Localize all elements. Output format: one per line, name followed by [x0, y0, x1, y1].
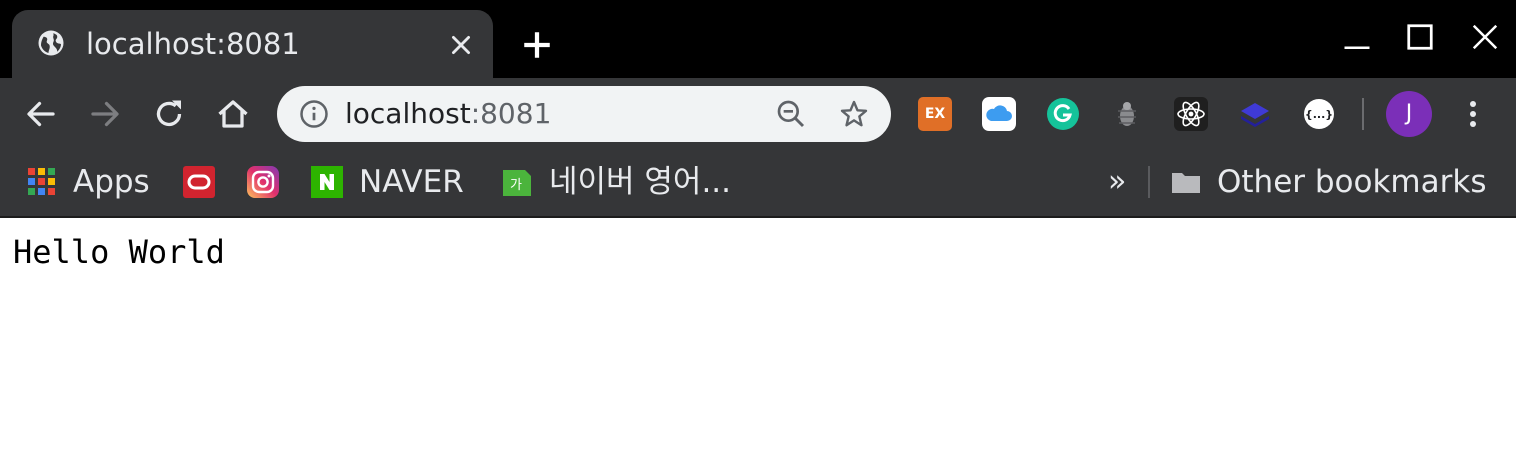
- grammarly-extension-icon[interactable]: [1046, 97, 1080, 131]
- globe-icon: [38, 30, 64, 56]
- bookmark-apps[interactable]: Apps: [26, 162, 156, 202]
- forward-arrow-icon[interactable]: [87, 96, 123, 132]
- address-bar[interactable]: localhost:8081: [277, 86, 891, 142]
- json-viewer-icon[interactable]: {...}: [1302, 97, 1336, 131]
- more-bookmarks-button[interactable]: »: [1108, 162, 1126, 202]
- bookmark-apps-label: Apps: [73, 164, 150, 200]
- layers-extension-icon[interactable]: [1238, 97, 1272, 131]
- bookmarks-separator: [1148, 166, 1150, 198]
- new-tab-button[interactable]: [520, 28, 554, 62]
- toolbar: localhost:8081 EX {...} J: [0, 78, 1516, 150]
- bookmarks-bar: Apps NAVER 가 네이버 영어... » Other bookmarks: [0, 150, 1516, 218]
- info-icon[interactable]: [299, 99, 329, 129]
- close-icon[interactable]: [448, 32, 474, 58]
- window-close-icon[interactable]: [1470, 22, 1500, 52]
- bookmark-naver[interactable]: NAVER: [311, 162, 471, 202]
- page-body-text: Hello World: [13, 233, 225, 271]
- bookmark-naver-label: NAVER: [359, 164, 464, 200]
- reload-icon[interactable]: [151, 96, 187, 132]
- url-port: :8081: [470, 97, 552, 130]
- icloud-extension-icon[interactable]: [982, 97, 1016, 131]
- folder-icon: [1172, 173, 1200, 193]
- instagram-bookmark-icon[interactable]: [247, 166, 279, 198]
- tab-title: localhost:8081: [86, 27, 300, 61]
- back-arrow-icon[interactable]: [23, 96, 59, 132]
- maximize-icon[interactable]: [1405, 22, 1435, 52]
- url-text[interactable]: localhost:8081: [345, 95, 551, 133]
- react-devtools-icon[interactable]: [1174, 97, 1208, 131]
- bookmark-other-label: Other bookmarks: [1217, 164, 1487, 200]
- apps-grid-icon: [28, 168, 55, 195]
- svg-text:{...}: {...}: [1305, 108, 1333, 121]
- profile-avatar[interactable]: J: [1386, 91, 1432, 137]
- tab-active[interactable]: localhost:8081: [12, 10, 493, 78]
- toolbar-separator: [1362, 98, 1364, 130]
- svg-text:가: 가: [510, 178, 522, 193]
- bookmark-other-folder[interactable]: Other bookmarks: [1170, 162, 1500, 202]
- bookmark-naver-dict-label: 네이버 영어...: [549, 164, 732, 200]
- url-host: localhost: [345, 97, 471, 130]
- bookmark-naver-dict[interactable]: 가 네이버 영어...: [501, 162, 761, 202]
- page-content: Hello World: [0, 218, 1516, 452]
- bug-extension-icon[interactable]: [1110, 97, 1144, 131]
- zoom-out-icon[interactable]: [775, 98, 807, 130]
- react-atom-icon: [1177, 101, 1205, 127]
- ex-extension-icon[interactable]: EX: [918, 97, 952, 131]
- naver-dictionary-icon: 가: [503, 170, 531, 196]
- naver-icon: [311, 166, 343, 198]
- cloud-icon: [986, 105, 1012, 121]
- minimize-icon[interactable]: [1342, 24, 1372, 54]
- oracle-bookmark-icon[interactable]: [183, 166, 215, 198]
- home-icon[interactable]: [215, 96, 251, 132]
- tab-strip: localhost:8081: [0, 0, 1516, 78]
- star-icon[interactable]: [838, 98, 870, 130]
- kebab-menu-icon[interactable]: [1460, 96, 1486, 132]
